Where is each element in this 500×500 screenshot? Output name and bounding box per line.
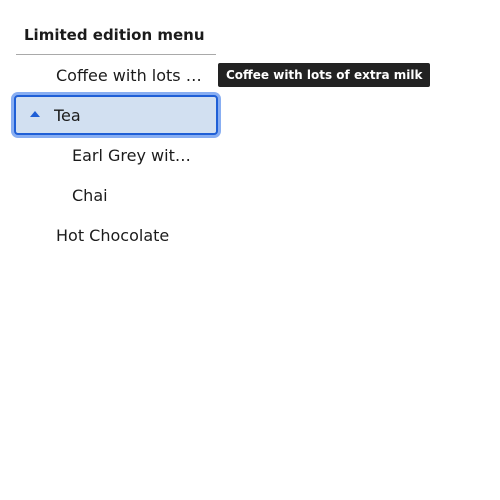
tree-view: Limited edition menu Coffee with lots of… (14, 16, 218, 255)
tree-item-label: Tea (54, 105, 81, 125)
tree-item-coffee[interactable]: Coffee with lots of extra milk (16, 55, 216, 95)
tree-header: Limited edition menu (16, 16, 216, 55)
tree-item-hot-chocolate[interactable]: Hot Chocolate (16, 215, 216, 255)
tree-item-label: Earl Grey with milk (72, 145, 196, 165)
tree-item-label: Hot Chocolate (56, 225, 170, 245)
tree-item-tea[interactable]: Tea (14, 95, 218, 135)
tree-item-label: Coffee with lots of extra milk (56, 65, 206, 85)
tree-item-earl-grey[interactable]: Earl Grey with milk (16, 135, 216, 175)
tree-item-chai[interactable]: Chai (16, 175, 216, 215)
caret-up-icon[interactable] (30, 111, 40, 117)
tree-item-label: Chai (72, 185, 108, 205)
tooltip: Coffee with lots of extra milk (218, 63, 431, 87)
